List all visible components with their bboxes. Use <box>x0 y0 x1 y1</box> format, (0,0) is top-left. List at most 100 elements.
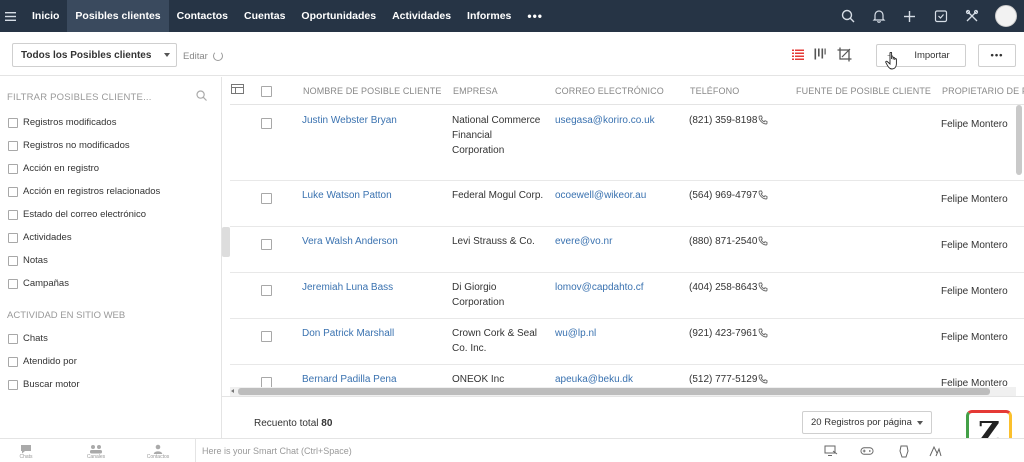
lead-phone[interactable]: (512) 777-5129 <box>689 372 794 387</box>
lead-email-link[interactable]: lomov@capdahto.cf <box>555 280 685 295</box>
checkbox[interactable] <box>8 356 18 367</box>
column-header-nombre[interactable]: NOMBRE DE POSIBLE CLIENTE <box>303 86 442 96</box>
mobile-icon[interactable] <box>897 444 911 458</box>
nav-tab-informes[interactable]: Informes <box>459 0 519 32</box>
vertical-scrollbar[interactable] <box>1016 105 1022 175</box>
refresh-icon[interactable] <box>213 51 223 61</box>
column-header-telefono[interactable]: TELÉFONO <box>690 86 739 96</box>
nav-tab-contactos[interactable]: Contactos <box>169 0 236 32</box>
nav-tab-actividades[interactable]: Actividades <box>384 0 459 32</box>
lead-email-link[interactable]: wu@lp.nl <box>555 326 685 341</box>
more-actions-button[interactable]: ••• <box>978 44 1016 67</box>
lead-phone[interactable]: (404) 258-8643 <box>689 280 794 295</box>
filter-campanas[interactable]: Campañas <box>8 278 69 289</box>
lead-email-link[interactable]: apeuka@beku.dk <box>555 372 685 387</box>
table-row[interactable]: Luke Watson Patton Federal Mogul Corp. o… <box>230 181 1024 227</box>
edit-view-link[interactable]: Editar <box>183 51 208 62</box>
nav-tab-inicio[interactable]: Inicio <box>20 0 67 32</box>
column-header-propietario[interactable]: PROPIETARIO DE P <box>942 86 1024 96</box>
table-row[interactable]: Vera Walsh Anderson Levi Strauss & Co. e… <box>230 227 1024 273</box>
row-checkbox[interactable] <box>261 193 272 204</box>
search-icon[interactable] <box>832 0 863 32</box>
nav-tab-cuentas[interactable]: Cuentas <box>236 0 293 32</box>
accessibility-icon[interactable] <box>928 444 942 458</box>
bottom-canales[interactable]: Canales <box>84 444 108 460</box>
table-row[interactable]: Justin Webster Bryan National Commerce F… <box>230 105 1024 181</box>
filter-accion-en-registro[interactable]: Acción en registro <box>8 163 99 174</box>
column-header-fuente[interactable]: FUENTE DE POSIBLE CLIENTE <box>796 86 931 96</box>
lead-email-link[interactable]: usegasa@koriro.co.uk <box>555 113 685 128</box>
nav-tab-posibles-clientes[interactable]: Posibles clientes <box>67 0 169 32</box>
nav-more-button[interactable]: ••• <box>519 9 551 23</box>
phone-icon[interactable] <box>758 115 768 125</box>
checkbox[interactable] <box>8 117 18 128</box>
phone-icon[interactable] <box>758 190 768 200</box>
filter-chats[interactable]: Chats <box>8 333 48 344</box>
lead-email-link[interactable]: ocoewell@wikeor.au <box>555 188 685 203</box>
kanban-view-icon[interactable] <box>811 45 829 63</box>
table-row[interactable]: Jeremiah Luna Bass Di Giorgio Corporatio… <box>230 273 1024 319</box>
scroll-left-arrow-icon[interactable] <box>231 389 234 393</box>
checkbox[interactable] <box>8 255 18 266</box>
checkbox[interactable] <box>8 186 18 197</box>
records-per-page-select[interactable]: 20 Registros por página <box>802 411 932 434</box>
checkbox[interactable] <box>8 333 18 344</box>
checkbox[interactable] <box>8 379 18 390</box>
bell-icon[interactable] <box>863 0 894 32</box>
filter-estado-correo[interactable]: Estado del correo electrónico <box>8 209 146 220</box>
lead-phone[interactable]: (880) 871-2540 <box>689 234 794 249</box>
view-selector-dropdown[interactable]: Todos los Posibles clientes <box>12 43 177 67</box>
filter-atendido-por[interactable]: Atendido por <box>8 356 77 367</box>
lead-name-link[interactable]: Vera Walsh Anderson <box>302 234 442 249</box>
lead-name-link[interactable]: Jeremiah Luna Bass <box>302 280 442 295</box>
search-icon[interactable] <box>196 90 207 104</box>
bottom-contactos[interactable]: Contactos <box>146 444 170 460</box>
checkbox[interactable] <box>8 163 18 174</box>
user-avatar[interactable] <box>995 5 1017 27</box>
filter-notas[interactable]: Notas <box>8 255 48 266</box>
calendar-icon[interactable] <box>925 0 956 32</box>
row-checkbox[interactable] <box>261 285 272 296</box>
horizontal-scrollbar[interactable] <box>230 387 1016 396</box>
filter-buscar-motor[interactable]: Buscar motor <box>8 379 80 390</box>
bottom-chats[interactable]: Chats <box>14 444 38 460</box>
select-all-checkbox[interactable] <box>261 86 272 97</box>
row-checkbox[interactable] <box>261 118 272 129</box>
checkbox[interactable] <box>8 209 18 220</box>
checkbox[interactable] <box>8 232 18 243</box>
column-header-empresa[interactable]: EMPRESA <box>453 86 498 96</box>
lead-phone[interactable]: (821) 359-8198 <box>689 113 794 128</box>
list-view-icon[interactable] <box>789 45 807 63</box>
table-row[interactable]: Don Patrick Marshall Crown Cork & Seal C… <box>230 319 1024 365</box>
lead-name-link[interactable]: Don Patrick Marshall <box>302 326 442 341</box>
lead-phone[interactable]: (564) 969-4797 <box>689 188 794 203</box>
phone-icon[interactable] <box>758 236 768 246</box>
plus-icon[interactable] <box>894 0 925 32</box>
filter-registros-modificados[interactable]: Registros modificados <box>8 117 116 128</box>
column-settings-icon[interactable] <box>231 84 245 98</box>
row-checkbox[interactable] <box>261 239 272 250</box>
sidebar-collapse-handle[interactable] <box>222 227 230 257</box>
filter-registros-no-modificados[interactable]: Registros no modificados <box>8 140 130 151</box>
horizontal-scrollbar-thumb[interactable] <box>238 388 990 395</box>
tools-icon[interactable] <box>956 0 987 32</box>
lead-name-link[interactable]: Luke Watson Patton <box>302 188 442 203</box>
nav-tab-oportunidades[interactable]: Oportunidades <box>293 0 384 32</box>
filter-actividades[interactable]: Actividades <box>8 232 72 243</box>
lead-email-link[interactable]: evere@vo.nr <box>555 234 685 249</box>
screen-share-icon[interactable] <box>824 444 838 458</box>
checkbox[interactable] <box>8 140 18 151</box>
lead-phone[interactable]: (921) 423-7961 <box>689 326 794 341</box>
filter-accion-registros-relacionados[interactable]: Acción en registros relacionados <box>8 186 160 197</box>
column-header-correo[interactable]: CORREO ELECTRÓNICO <box>555 86 664 96</box>
phone-icon[interactable] <box>758 328 768 338</box>
phone-icon[interactable] <box>758 282 768 292</box>
lead-name-link[interactable]: Bernard Padilla Pena <box>302 372 442 387</box>
row-checkbox[interactable] <box>261 331 272 342</box>
smart-chat-input[interactable]: Here is your Smart Chat (Ctrl+Space) <box>195 439 805 462</box>
gamepad-icon[interactable] <box>860 444 874 458</box>
crop-chart-icon[interactable] <box>835 45 853 63</box>
phone-icon[interactable] <box>758 374 768 384</box>
lead-name-link[interactable]: Justin Webster Bryan <box>302 113 442 128</box>
hamburger-menu-icon[interactable] <box>0 0 20 32</box>
